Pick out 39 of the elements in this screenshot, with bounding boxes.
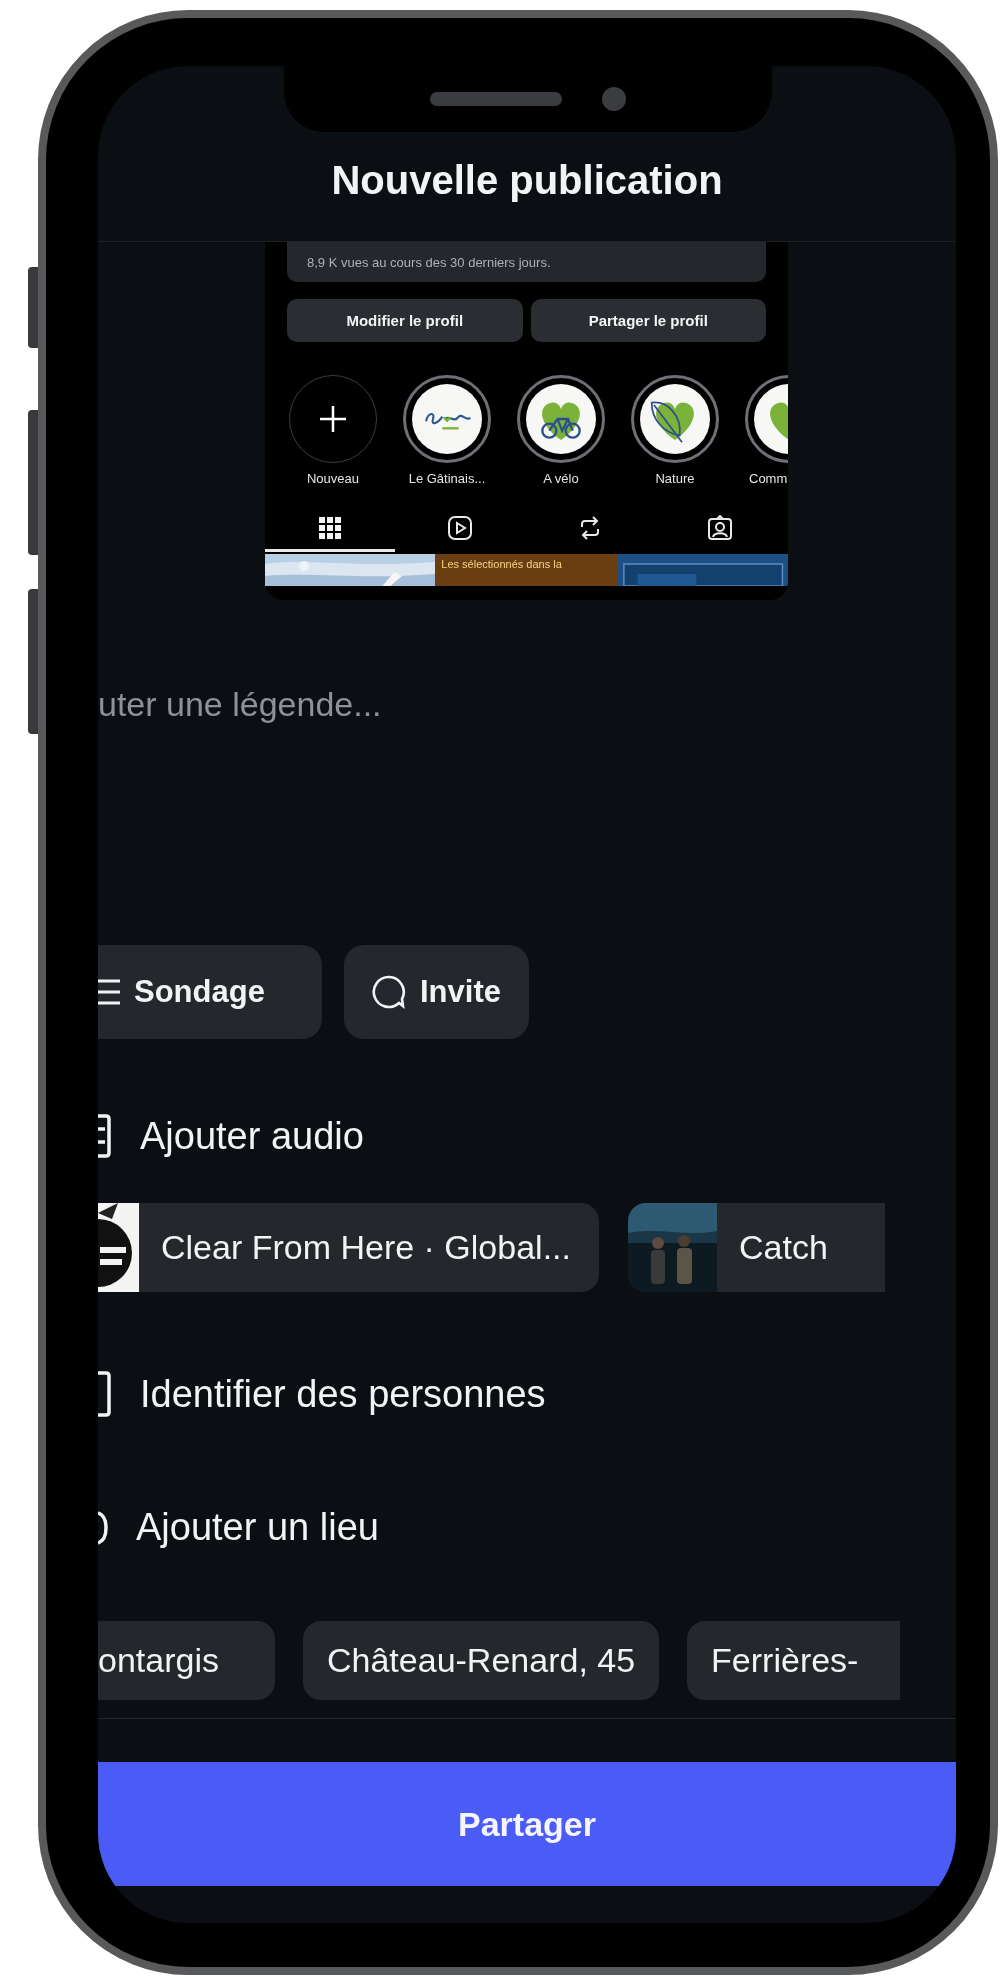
location-chip[interactable]: Ferrières- <box>687 1621 901 1700</box>
screen-title: Nouvelle publication <box>331 158 723 203</box>
highlight-circle[interactable] <box>631 375 719 463</box>
audio-icon <box>98 1113 112 1159</box>
location-chip[interactable]: Château-Renard, 45 <box>303 1621 660 1700</box>
share-button[interactable]: Partager <box>98 1762 956 1886</box>
plus-icon <box>318 404 348 434</box>
highlight-circle[interactable] <box>517 375 605 463</box>
option-chip[interactable]: Sondage <box>98 945 322 1039</box>
speech-bubble-icon <box>372 975 406 1009</box>
profile-stats: 8,9 K vues au cours des 30 derniers jours. <box>287 242 766 282</box>
repost-icon <box>578 514 602 541</box>
add-location-label[interactable]: Ajouter un lieu <box>136 1506 379 1549</box>
grid-icon <box>318 515 342 540</box>
highlight-label: Nature <box>655 471 695 486</box>
caption-field[interactable]: uter une légende... <box>98 685 698 885</box>
post-thumbnail: Les sélectionnés dans la <box>435 554 618 586</box>
tag-people-label[interactable]: Identifier des personnes <box>140 1372 546 1416</box>
music-suggestion[interactable]: Catch <box>628 1203 885 1292</box>
location-icon <box>98 1510 108 1545</box>
tagged-person-icon <box>707 514 733 541</box>
heart-leaf-icon <box>640 384 710 454</box>
location-chip[interactable]: ontargis <box>98 1621 275 1700</box>
camera-dot <box>602 87 626 111</box>
option-chip[interactable]: Invite <box>344 945 529 1039</box>
music-suggestion[interactable]: Clear From Here · Global... <box>98 1203 599 1292</box>
play-icon <box>447 514 473 541</box>
tag-icon <box>98 1370 112 1418</box>
highlight-circle[interactable] <box>403 375 491 463</box>
profile-button[interactable]: Modifier le profil <box>287 299 523 342</box>
logo-icon <box>412 384 482 454</box>
add-audio-label[interactable]: Ajouter audio <box>140 1114 364 1158</box>
highlight-label: A vélo <box>543 471 579 486</box>
profile-button[interactable]: Partager le profil <box>530 299 766 342</box>
heart-bicycle-icon <box>526 384 596 454</box>
highlight-label: Le Gâtinais... <box>408 471 486 486</box>
highlight-label: Nouveau <box>306 471 359 486</box>
highlight-label: Comm <box>749 471 788 486</box>
list-icon <box>98 977 120 1007</box>
